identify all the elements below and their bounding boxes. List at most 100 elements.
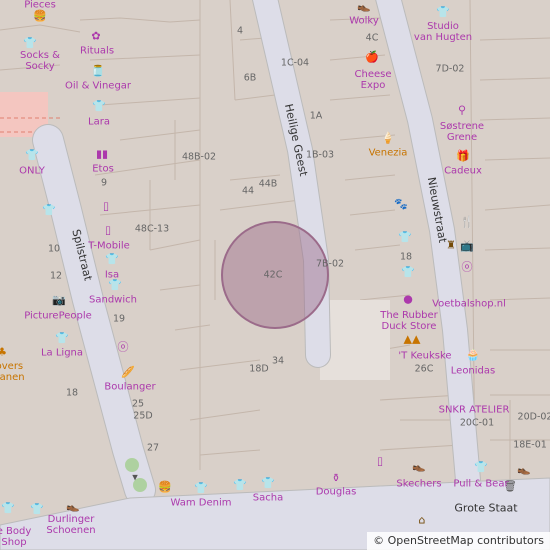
building-icon: ⌂	[418, 513, 426, 527]
shoe-icon: 👞	[357, 0, 371, 13]
shop-label-la-ligna[interactable]: La Ligna	[41, 348, 83, 359]
house-number: 12	[49, 270, 63, 282]
shop-label-socks-and-socky[interactable]: Socks & Socky	[20, 50, 60, 72]
shop-label-sandwich[interactable]: Sandwich	[89, 295, 137, 306]
shop-label-leonidas[interactable]: Leonidas	[451, 366, 495, 377]
clothes-icon: 👕	[108, 278, 122, 292]
house-number: 6B	[243, 72, 257, 84]
clothes-icon: 👕	[1, 501, 15, 515]
shop-label-durlinger-schoenen[interactable]: Durlinger Schoenen	[46, 514, 95, 536]
jewelry-icon: ⓞ	[461, 260, 473, 274]
clothes-icon: 👕	[261, 476, 275, 490]
clothes-icon: 👕	[474, 460, 488, 474]
shop-label-studio-van-hugten[interactable]: Studio van Hugten	[414, 21, 472, 43]
shop-label-t-keukske[interactable]: 'T Keukske	[398, 351, 451, 362]
map-view[interactable]: Spilstraat Heilige Geest Nieuwstraat Gro…	[0, 0, 550, 550]
house-number: 18E-01	[513, 439, 547, 451]
street-label-grote-staat: Grote Staat	[454, 501, 518, 515]
map-attribution: © OpenStreetMap contributors	[367, 532, 550, 550]
food-icon: ♣	[0, 345, 7, 359]
shop-label-oil-and-vinegar[interactable]: Oil & Vinegar	[65, 81, 131, 92]
shop-label-pull-and-bear[interactable]: Pull & Bear	[453, 479, 508, 490]
shop-label-skechers[interactable]: Skechers	[396, 479, 441, 490]
mobile-phone-icon: ▯	[104, 223, 112, 237]
greengrocer-icon: 🍎	[365, 50, 379, 64]
restaurant-icon: 🍴	[460, 215, 474, 229]
shop-label-body-shop[interactable]: e Body Shop	[0, 526, 31, 548]
clothes-icon: 👕	[401, 265, 415, 279]
shop-label-picturepeople[interactable]: PicturePeople	[24, 311, 92, 322]
house-number: 26C	[414, 363, 434, 375]
house-number: 1C-04	[280, 57, 310, 69]
clothes-icon: 👕	[105, 252, 119, 266]
house-number: 20C-01	[459, 417, 495, 429]
house-number: 19	[112, 313, 126, 325]
clothes-icon: 👕	[30, 502, 44, 516]
food-icon: 🍔	[33, 9, 47, 23]
shop-dot-icon: ●	[403, 292, 413, 306]
deli-icon: 🫙	[91, 64, 105, 78]
shop-label-pieces[interactable]: Pieces	[24, 0, 56, 11]
clothes-icon: 👕	[25, 148, 39, 162]
clothes-icon: 👕	[55, 331, 69, 345]
shop-label-rituals[interactable]: Rituals	[80, 46, 114, 57]
clothes-icon: 👕	[194, 481, 208, 495]
shop-label-snkr-atelier[interactable]: SNKR ATELIER	[439, 405, 510, 416]
house-number: 1B-03	[305, 149, 335, 161]
waste-basket-icon: ▾	[132, 470, 138, 484]
shop-label-boulanger[interactable]: Boulanger	[104, 382, 155, 393]
shop-label-lara[interactable]: Lara	[88, 117, 110, 128]
shop-label-sacha[interactable]: Sacha	[253, 493, 283, 504]
shoe-icon: 👞	[412, 459, 426, 473]
copyright-symbol: ©	[373, 534, 385, 547]
cafe-icon: ♜	[446, 238, 456, 252]
clothes-icon: 👕	[92, 99, 106, 113]
bakery-icon: 🥖	[121, 365, 135, 379]
shop-label-t-mobile[interactable]: T-Mobile	[88, 241, 130, 252]
amenity-label-venezia[interactable]: Venezia	[369, 148, 408, 159]
shop-label-etos[interactable]: Etos	[92, 164, 114, 175]
clothes-icon: 👕	[233, 478, 247, 492]
shop-label-voetbalshop[interactable]: Voetbalshop.nl	[432, 299, 506, 310]
shop-label-rubber-duck-store[interactable]: The Rubber Duck Store	[380, 310, 438, 332]
mobile-phone-icon: ▯	[376, 454, 384, 468]
house-number: 42C	[263, 269, 283, 281]
house-number: 4C	[365, 32, 379, 44]
clothes-icon: 👕	[398, 230, 412, 244]
shop-label-cadeux[interactable]: Cadeux	[444, 166, 482, 177]
shop-label-cheese-expo[interactable]: Cheese Expo	[355, 69, 392, 91]
pet-icon: 🐾	[394, 197, 408, 211]
house-number: 4	[236, 25, 244, 37]
variety-store-icon: ⚲	[457, 103, 467, 117]
shop-label-wam-denim[interactable]: Wam Denim	[170, 498, 231, 509]
clothes-icon: 👕	[23, 36, 37, 50]
house-number: 18D	[249, 363, 269, 375]
shop-label-sostrene-grene[interactable]: Søstrene Grene	[440, 121, 484, 143]
cosmetics-icon: ✿	[91, 29, 101, 43]
openstreetmap-contributors-link[interactable]: OpenStreetMap contributors	[388, 534, 544, 547]
fastfood-icon: 🍔	[158, 480, 172, 494]
clothes-icon: 👕	[42, 203, 56, 217]
house-number: 44	[241, 185, 255, 197]
house-number: 48C-13	[134, 223, 170, 235]
shop-label-isa[interactable]: Isa	[105, 270, 119, 281]
shop-label-lovers[interactable]: lovers icanen	[0, 361, 25, 383]
house-number: 20D-02	[517, 411, 550, 423]
house-number: 7B-02	[315, 258, 345, 270]
house-number: 44B	[258, 178, 278, 190]
shoe-icon: 👞	[66, 499, 80, 513]
house-number: 9	[100, 177, 108, 189]
shop-label-only[interactable]: ONLY	[19, 166, 45, 177]
confectionery-icon: 🧁	[466, 348, 480, 362]
house-number: 25D	[133, 410, 153, 422]
camera-icon: 📷	[52, 293, 66, 307]
shoe-icon: 👞	[517, 462, 531, 476]
mobile-phone-icon: ▯	[102, 199, 110, 213]
bakery-icon: ▲▲	[403, 332, 421, 346]
shop-label-douglas[interactable]: Douglas	[316, 487, 357, 498]
house-number: 18	[399, 251, 413, 263]
house-number: 27	[146, 442, 160, 454]
shop-label-wolky[interactable]: Wolky	[349, 16, 379, 27]
house-number: 25	[131, 398, 145, 410]
jewelry-icon: ⓞ	[117, 340, 129, 354]
